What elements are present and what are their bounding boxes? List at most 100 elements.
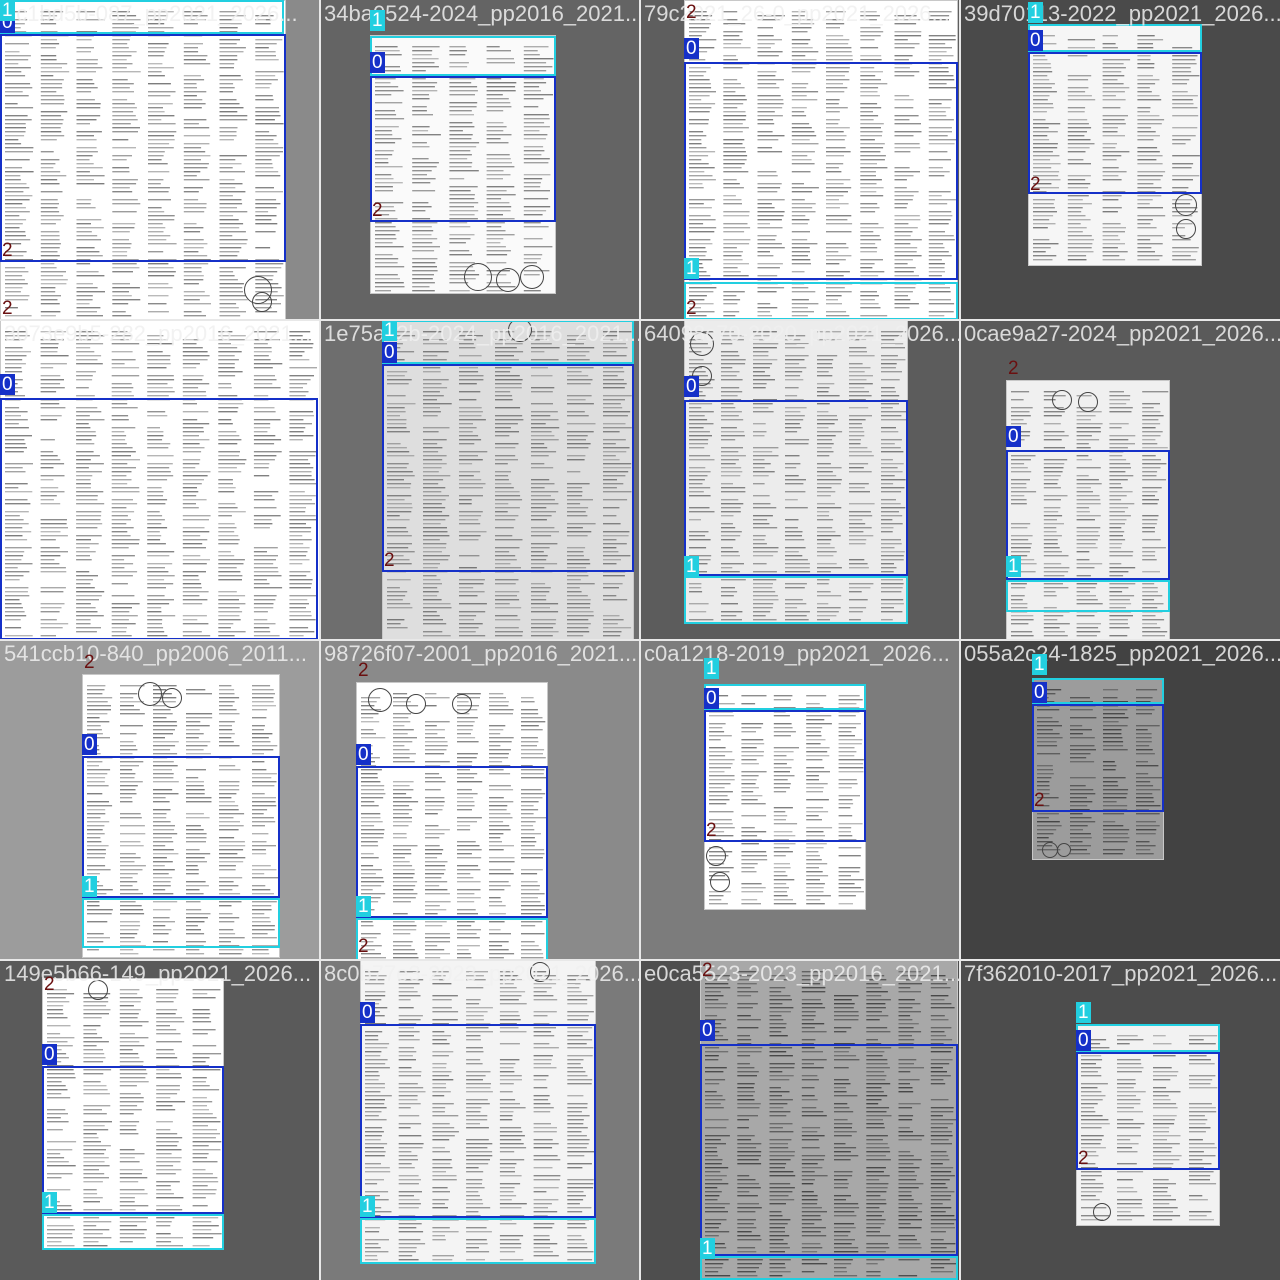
mosaic-tile: 0 1 2 2 98726f07-2001_pp2016_2021...	[320, 640, 640, 960]
detection-box-class-2	[0, 300, 286, 320]
detection-class-label: 2	[384, 550, 395, 571]
detection-class-label: 0	[382, 342, 397, 363]
mosaic-tile: 0 1 2 055a2c24-1825_pp2021_2026...	[960, 640, 1280, 960]
detection-class-label: 2	[2, 240, 13, 261]
detection-class-label: 0	[42, 1044, 57, 1065]
detection-class-label: 1	[704, 658, 719, 679]
image-filename-label: 7f362010-2017_pp2021_2026...	[964, 961, 1278, 986]
detection-class-label: 0	[684, 376, 699, 397]
image-filename-label: 1e75ac2b-2024_pp2016_2021...	[324, 321, 640, 346]
detection-box-class-1	[1032, 678, 1164, 704]
detection-box-class-1	[42, 1214, 224, 1250]
image-filename-label: 2c1bd5b-087_pp2021_2026...	[4, 1, 298, 26]
detection-box-class-2	[704, 842, 866, 910]
detection-box-class-1	[700, 1256, 958, 1280]
detection-class-label: 1	[700, 1238, 715, 1259]
detection-class-label: 1	[684, 258, 699, 279]
detection-class-label: 2	[706, 820, 717, 841]
image-filename-label: 541ccb10-840_pp2006_2011...	[4, 641, 307, 666]
detection-class-label: 1	[356, 896, 371, 917]
detection-box-class-1	[360, 1218, 596, 1264]
detection-class-label: 1	[382, 320, 397, 341]
detection-box-class-0	[684, 400, 908, 576]
grid-separator	[0, 639, 1280, 641]
detection-box-class-2	[1076, 1170, 1220, 1226]
detection-class-label: 0	[0, 374, 15, 395]
mosaic-tile: 0 1 2 39d70113-2022_pp2021_2026...	[960, 0, 1280, 320]
detection-class-label: 2	[686, 298, 697, 319]
detection-class-label: 1	[0, 0, 15, 21]
detection-class-label: 0	[1076, 1030, 1091, 1051]
detection-box-class-0	[0, 398, 318, 640]
image-filename-label: 98726f07-2001_pp2016_2021...	[324, 641, 638, 666]
detection-mosaic-grid: 0 1 2 2 2c1bd5b-087_pp2021_2026... 0 1 2 34ba052…	[0, 0, 1280, 1280]
detection-class-label: 0	[1006, 426, 1021, 447]
mosaic-tile: 0 1 2 34ba0524-2024_pp2016_2021...	[320, 0, 640, 320]
image-filename-label: 3073e9b5-282_pp2016_2021...	[4, 321, 312, 346]
detection-box-class-0	[360, 1024, 596, 1218]
mosaic-tile: 0 1 2 e0ca5523-2023_pp2016_2021...	[640, 960, 960, 1280]
detection-box-class-2	[42, 978, 224, 1066]
detection-box-class-2	[1028, 194, 1202, 266]
detection-box-class-0	[382, 364, 634, 572]
mosaic-tile: 0 1 64098c70-2020_pp2021_2026...	[640, 320, 960, 640]
detection-class-label: 2	[2, 298, 13, 319]
detection-box-class-2	[684, 300, 958, 320]
detection-box-class-0	[704, 710, 866, 842]
detection-class-label: 2	[84, 652, 95, 673]
detection-class-label: 2	[44, 974, 55, 995]
mosaic-tile: 0 1 2 541ccb10-840_pp2006_2011...	[0, 640, 320, 960]
detection-class-label: 0	[684, 38, 699, 59]
detection-class-label: 1	[42, 1192, 57, 1213]
detection-box-class-1	[1028, 24, 1202, 52]
detection-box-class-1	[704, 684, 866, 710]
detection-box-class-1	[1006, 580, 1170, 612]
detection-box-class-0	[1028, 52, 1202, 194]
mosaic-tile: 0 3073e9b5-282_pp2016_2021...	[0, 320, 320, 640]
mosaic-tile: 0 1 2 7f362010-2017_pp2021_2026...	[960, 960, 1280, 1280]
detection-box-class-0	[356, 766, 548, 918]
mosaic-tile: 0 1 2 2 2c1bd5b-087_pp2021_2026...	[0, 0, 320, 320]
detection-class-label: 1	[1028, 2, 1043, 23]
detection-box-class-0	[684, 62, 958, 280]
image-filename-label: 39d70113-2022_pp2021_2026...	[964, 1, 1280, 26]
detection-class-label: 2	[1078, 1148, 1089, 1169]
detection-box-class-0	[42, 1066, 224, 1214]
detection-class-label: 2	[1008, 358, 1019, 379]
detection-class-label: 1	[370, 10, 385, 31]
detection-box-class-0	[370, 76, 556, 222]
detection-box-class-2	[82, 674, 280, 756]
image-filename-label: 055a2c24-1825_pp2021_2026...	[964, 641, 1280, 666]
detection-class-label: 1	[684, 556, 699, 577]
detection-box-class-2	[1032, 812, 1164, 860]
detection-class-label: 0	[1032, 682, 1047, 703]
detection-box-class-1	[370, 36, 556, 76]
detection-box-class-0	[1032, 704, 1164, 812]
detection-class-label: 0	[370, 52, 385, 73]
detection-class-label: 2	[686, 2, 697, 23]
detection-box-class-0	[0, 34, 286, 262]
detection-class-label: 1	[82, 876, 97, 897]
detection-class-label: 2	[702, 960, 713, 981]
detection-class-label: 2	[1030, 174, 1041, 195]
detection-box-class-0	[1076, 1052, 1220, 1170]
image-filename-label: 8c0b77e3-2023_pp2021_2026...	[324, 961, 640, 986]
detection-box-class-1	[82, 898, 280, 948]
detection-class-label: 0	[1028, 30, 1043, 51]
mosaic-tile: 0 1 2 1e75ac2b-2024_pp2016_2021...	[320, 320, 640, 640]
detection-class-label: 2	[372, 200, 383, 221]
grid-separator	[0, 959, 1280, 961]
detection-box-class-2	[382, 572, 634, 640]
detection-box-class-2	[370, 222, 556, 294]
detection-box-class-1	[684, 576, 908, 624]
mosaic-tile: 0 1 8c0b77e3-2023_pp2021_2026...	[320, 960, 640, 1280]
detection-class-label: 0	[700, 1020, 715, 1041]
detection-class-label: 0	[704, 688, 719, 709]
detection-class-label: 0	[356, 744, 371, 765]
mosaic-tile: 0 1 2 c0a1218-2019_pp2021_2026...	[640, 640, 960, 960]
detection-box-class-0	[1006, 450, 1170, 580]
mosaic-tile: 0 1 2 2 79c2021_26-0_pp2021_2026...	[640, 0, 960, 320]
detection-box-class-1	[1076, 1024, 1220, 1052]
mosaic-tile: 0 1 2 149e5b66-149_pp2021_2026...	[0, 960, 320, 1280]
detection-box-class-2	[1006, 380, 1170, 450]
